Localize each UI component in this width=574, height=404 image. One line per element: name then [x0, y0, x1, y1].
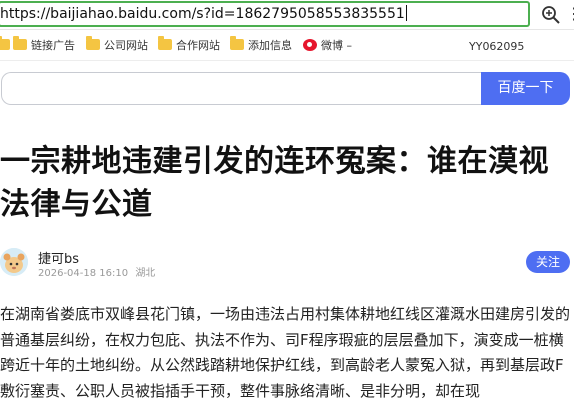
bookmark-folder-4[interactable]: 添加信息: [230, 36, 292, 54]
url-text: https://baijiahao.baidu.com/s?id=1862795…: [0, 6, 405, 22]
publish-datetime: 2026-04-18 16:10: [38, 268, 129, 279]
bookmark-folder-2[interactable]: 公司网站: [86, 36, 148, 54]
weibo-icon: [303, 39, 317, 51]
folder-icon: [13, 36, 27, 50]
author-avatar[interactable]: [0, 248, 28, 276]
bookmark-folder-0[interactable]: [0, 36, 14, 54]
bookmark-label: 添加信息: [248, 39, 292, 52]
bookmark-label: 合作网站: [176, 39, 220, 52]
article-title: 一宗耕地违建引发的连环冤案：谁在漠视法律与公道: [0, 144, 549, 222]
bookmark-folder-1[interactable]: 链接广告: [13, 36, 75, 54]
url-input[interactable]: https://baijiahao.baidu.com/s?id=1862795…: [0, 1, 530, 27]
avatar-image: [0, 248, 28, 276]
search-bar: 百度一下: [1, 72, 570, 105]
bookmark-label: 公司网站: [104, 39, 148, 52]
folder-icon: [158, 36, 172, 50]
bookmark-folder-3[interactable]: 合作网站: [158, 36, 220, 54]
menu-icon[interactable]: ⋮: [566, 6, 574, 22]
bookmark-label: 链接广告: [31, 39, 75, 52]
bookmark-weibo[interactable]: 微博 –: [303, 38, 352, 54]
bookmark-right-text: YY062095: [469, 40, 525, 53]
publish-location: 湖北: [135, 268, 156, 279]
article-meta: 2026-04-18 16:10 湖北: [38, 264, 155, 279]
zoom-icon[interactable]: [541, 5, 561, 25]
bookmarks-bar: 链接广告 公司网站 合作网站 添加信息 微博 – YY062095: [0, 31, 574, 61]
follow-button[interactable]: 关注: [526, 251, 570, 273]
address-bar: https://baijiahao.baidu.com/s?id=1862795…: [0, 0, 574, 30]
article-body: 在湖南省娄底市双峰县花门镇，一场由违法占用村集体耕地红线区灌溉水田建房引发的普通…: [0, 305, 571, 400]
search-input[interactable]: [1, 72, 483, 105]
folder-icon: [230, 36, 244, 50]
folder-icon: [86, 36, 100, 50]
bookmark-label: 微博 –: [321, 39, 352, 52]
search-button[interactable]: 百度一下: [481, 72, 570, 105]
folder-icon: [0, 36, 10, 50]
text-caret: [405, 5, 407, 21]
